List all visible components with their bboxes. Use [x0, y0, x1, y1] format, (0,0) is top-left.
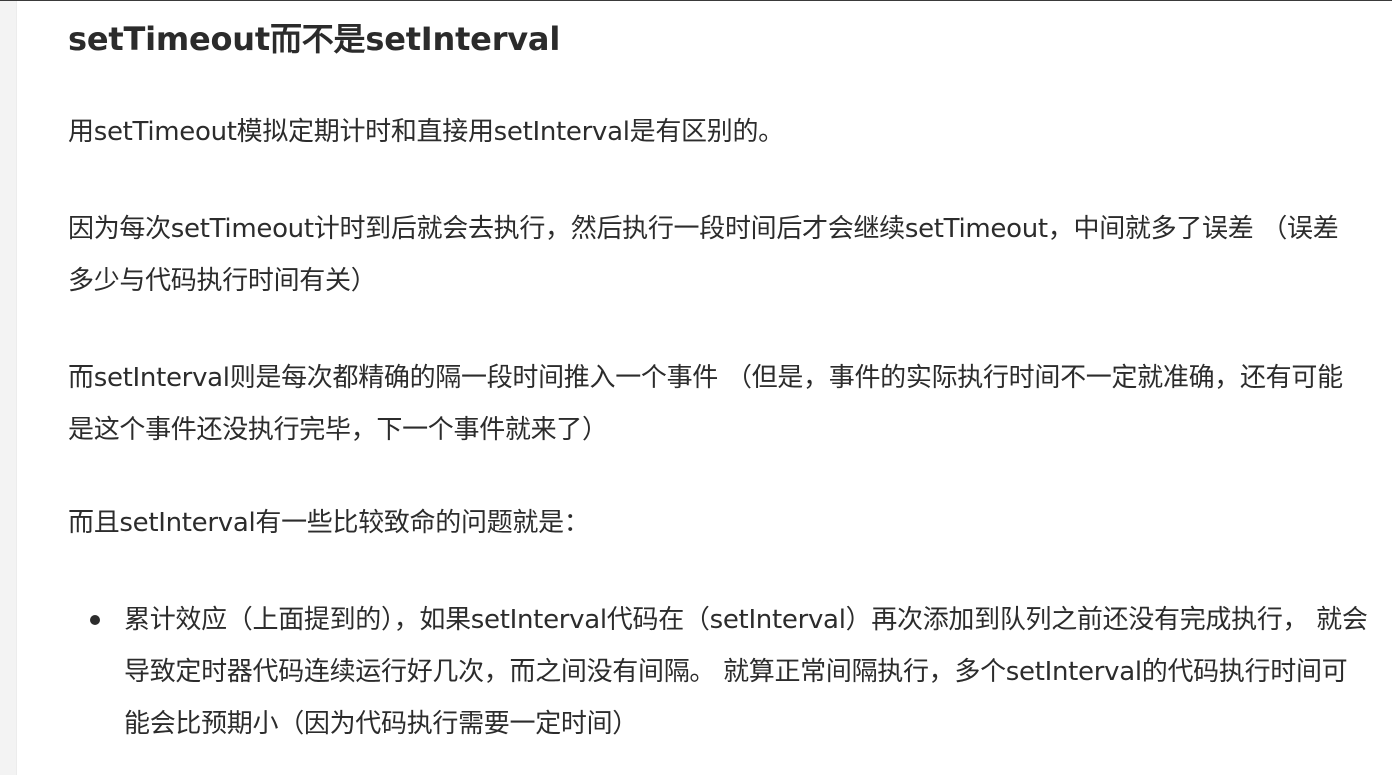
left-gutter	[0, 1, 17, 775]
list-item-text: 累计效应（上面提到的），如果setInterval代码在（setInterval…	[124, 605, 1368, 739]
paragraph-1: 用setTimeout模拟定期计时和直接用setInterval是有区别的。	[68, 117, 784, 147]
list-item: 累计效应（上面提到的），如果setInterval代码在（setInterval…	[68, 594, 1368, 750]
top-border	[0, 0, 1392, 1]
paragraph-3: 而setInterval则是每次都精确的隔一段时间推入一个事件 （但是，事件的实…	[68, 363, 1343, 445]
paragraph-2: 因为每次setTimeout计时到后就会去执行，然后执行一段时间后才会继续set…	[68, 214, 1339, 296]
bullet-list: 累计效应（上面提到的），如果setInterval代码在（setInterval…	[68, 594, 1368, 750]
paragraph-4: 而且setInterval有一些比较致命的问题就是：	[68, 508, 590, 538]
bullet-icon	[90, 615, 100, 625]
section-heading: setTimeout而不是setInterval	[68, 20, 561, 58]
